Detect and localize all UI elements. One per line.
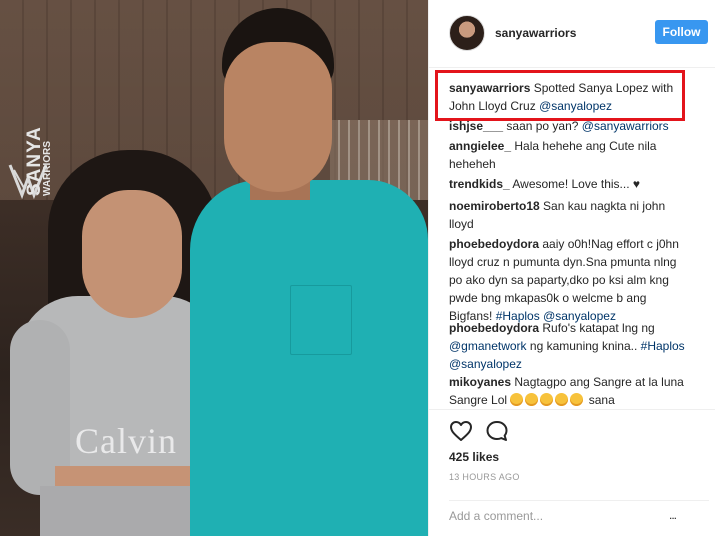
post-actions: 425 likes 13 HOURS AGO ... xyxy=(429,409,715,536)
woman-midriff xyxy=(55,466,205,488)
list-item: noemiroberto18 San kau nagkta ni john ll… xyxy=(449,197,687,233)
list-item: trendkids_ Awesome! Love this... ♥ xyxy=(449,175,687,193)
shirt-logo-text: Calvin xyxy=(75,421,177,461)
man-shirt xyxy=(190,180,428,536)
woman-face xyxy=(82,190,182,318)
post-header: sanyawarriors Follow xyxy=(429,0,715,68)
post-timestamp[interactable]: 13 HOURS AGO xyxy=(449,472,520,482)
post-photo[interactable]: SANYA WARRIORS Calvin xyxy=(0,0,428,536)
comment-username[interactable]: anngielee_ xyxy=(449,139,511,153)
comment-username[interactable]: noemiroberto18 xyxy=(449,199,540,213)
divider xyxy=(449,500,709,501)
comment-text-continued: sana xyxy=(588,393,615,407)
comment-input[interactable] xyxy=(449,507,679,525)
comment-username[interactable]: phoebedoydora xyxy=(449,321,539,335)
emoji-icon xyxy=(510,393,585,407)
comment-bubble-icon[interactable] xyxy=(485,420,509,442)
comment-text: Rufo's katapat lng ng xyxy=(542,321,655,335)
comment-text: Awesome! Love this... ♥ xyxy=(512,177,640,191)
shirt-pocket xyxy=(290,285,352,355)
comment-tag[interactable]: @sanyawarriors xyxy=(582,119,669,133)
list-item: phoebedoydora Rufo's katapat lng ng @gma… xyxy=(449,319,687,373)
more-options-icon[interactable]: ... xyxy=(669,508,677,522)
comment-username[interactable]: mikoyanes xyxy=(449,375,511,389)
comment-text-continued: ng kamuning knina.. xyxy=(529,339,638,353)
like-count[interactable]: 425 likes xyxy=(449,450,499,464)
header-username[interactable]: sanyawarriors xyxy=(495,26,576,40)
man-face xyxy=(224,42,332,192)
comment-username[interactable]: trendkids_ xyxy=(449,177,510,191)
comment-username[interactable]: ishjse___ xyxy=(449,119,503,133)
caption-highlight-box xyxy=(435,70,685,121)
watermark-subtitle: WARRIORS xyxy=(42,141,53,196)
follow-button[interactable]: Follow xyxy=(655,20,708,44)
list-item: mikoyanes Nagtagpo ang Sangre at la luna… xyxy=(449,373,687,409)
comment-tag[interactable]: @gmanetwork xyxy=(449,339,527,353)
avatar[interactable] xyxy=(449,15,485,51)
woman-pants xyxy=(40,486,215,536)
comment-username[interactable]: phoebedoydora xyxy=(449,237,539,251)
list-item: phoebedoydora aaiy o0h!Nag effort c j0hn… xyxy=(449,235,687,325)
heart-icon[interactable] xyxy=(449,420,473,442)
comment-text: saan po yan? xyxy=(506,119,579,133)
list-item: anngielee_ Hala hehehe ang Cute nila heh… xyxy=(449,137,687,173)
